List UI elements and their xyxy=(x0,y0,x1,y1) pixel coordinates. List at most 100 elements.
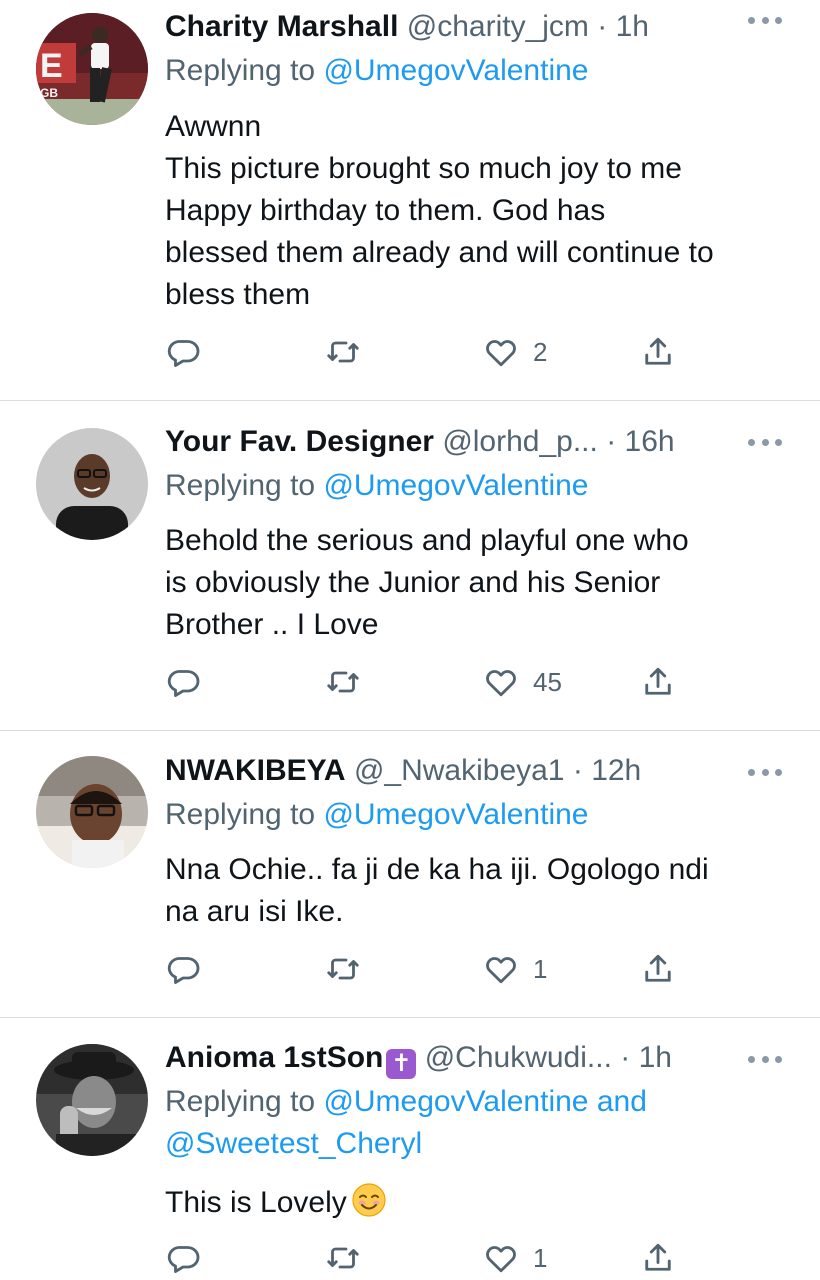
tweet-header: Anioma 1stSon ✝ @Chukwudi... · 1h xyxy=(165,1036,672,1080)
tweet-text-line: bless them xyxy=(165,278,311,311)
tweet-text-line: Behold the serious and playful one who xyxy=(165,524,689,557)
avatar-photo-man-selfie xyxy=(36,756,148,868)
tweet-card[interactable]: Your Fav. Designer @lorhd_p... · 16h Rep… xyxy=(0,420,820,730)
heart-icon xyxy=(486,957,516,984)
tweet-card[interactable]: NWAKIBEYA @_Nwakibeya1 · 12h Replying to… xyxy=(0,749,820,1017)
mention-joiner: and xyxy=(596,1085,647,1118)
reply-button[interactable] xyxy=(165,1238,215,1278)
display-name[interactable]: Anioma 1stSon xyxy=(165,1041,383,1074)
replying-to-line: Replying to @UmegovValentine and @Sweete… xyxy=(165,1081,647,1165)
separator-dot: · xyxy=(572,754,583,787)
reply-icon xyxy=(167,340,200,367)
action-bar: 1 xyxy=(165,949,685,989)
retweet-icon xyxy=(327,341,359,363)
share-button[interactable] xyxy=(640,949,676,989)
share-icon xyxy=(645,337,671,365)
retweet-button[interactable] xyxy=(325,662,375,702)
user-handle[interactable]: @lorhd_p... xyxy=(442,425,598,458)
reply-button[interactable] xyxy=(165,332,215,372)
tweet-text: Nna Ochie.. fa ji de ka ha iji. Ogologo … xyxy=(165,849,795,933)
retweet-button[interactable] xyxy=(325,949,375,989)
share-button[interactable] xyxy=(640,662,676,702)
retweet-icon xyxy=(327,958,359,980)
replying-to-label: Replying to xyxy=(165,798,316,831)
like-count: 2 xyxy=(533,336,548,367)
replying-to-label: Replying to xyxy=(165,1085,316,1118)
like-button[interactable]: 45 xyxy=(483,662,562,702)
heart-icon xyxy=(486,1246,516,1273)
action-bar: 1 xyxy=(165,1238,685,1278)
avatar-photo-man-glasses xyxy=(36,428,148,540)
more-options-icon[interactable] xyxy=(748,1053,782,1065)
share-icon xyxy=(645,1243,671,1271)
reply-button[interactable] xyxy=(165,662,215,702)
retweet-button[interactable] xyxy=(325,1238,375,1278)
more-options-icon[interactable] xyxy=(748,14,782,26)
mention-link[interactable]: @Sweetest_Cheryl xyxy=(165,1127,422,1160)
display-name[interactable]: NWAKIBEYA xyxy=(165,754,346,787)
more-options-icon[interactable] xyxy=(748,766,782,778)
tweet-divider xyxy=(0,1017,820,1018)
avatar-photo-man-hat-bw xyxy=(36,1044,148,1156)
tweet-header: NWAKIBEYA @_Nwakibeya1 · 12h xyxy=(165,749,641,793)
tweet-text-line: This is Lovely xyxy=(165,1182,795,1224)
user-handle[interactable]: @charity_jcm xyxy=(407,10,589,43)
cross-badge-icon: ✝ xyxy=(386,1049,417,1079)
replying-to-label: Replying to xyxy=(165,54,316,87)
user-handle[interactable]: @Chukwudi... xyxy=(425,1041,612,1074)
retweet-icon xyxy=(327,671,359,693)
tweet-divider xyxy=(0,730,820,731)
mention-link[interactable]: @UmegovValentine xyxy=(323,798,588,831)
share-button[interactable] xyxy=(640,332,676,372)
tweet-card[interactable]: E GB Charity Marshall @charity_jcm · 1h … xyxy=(0,0,820,400)
user-handle[interactable]: @_Nwakibeya1 xyxy=(354,754,565,787)
tweet-text: This is Lovely xyxy=(165,1182,795,1224)
avatar[interactable] xyxy=(36,1044,148,1156)
tweet-card[interactable]: Anioma 1stSon ✝ @Chukwudi... · 1h Replyin… xyxy=(0,1036,820,1280)
tweet-text: Behold the serious and playful one who i… xyxy=(165,520,795,646)
avatar[interactable]: E GB xyxy=(36,13,148,125)
action-bar: 2 xyxy=(165,332,685,372)
tweet-text-line: blessed them already and will continue t… xyxy=(165,236,714,269)
timestamp[interactable]: 1h xyxy=(639,1041,672,1074)
display-name[interactable]: Charity Marshall xyxy=(165,10,398,43)
like-button[interactable]: 1 xyxy=(483,1238,547,1278)
timestamp[interactable]: 12h xyxy=(591,754,641,787)
tweet-text-line: is obviously the Junior and his Senior xyxy=(165,566,661,599)
tweet-header: Your Fav. Designer @lorhd_p... · 16h xyxy=(165,420,675,464)
separator-dot: · xyxy=(606,425,617,458)
replying-to-line: Replying to @UmegovValentine xyxy=(165,50,588,92)
share-button[interactable] xyxy=(640,1238,676,1278)
tweet-text-line: Nna Ochie.. fa ji de ka ha iji. Ogologo … xyxy=(165,853,709,886)
replying-to-label: Replying to xyxy=(165,469,316,502)
timestamp[interactable]: 1h xyxy=(616,10,649,43)
replying-to-line: Replying to @UmegovValentine xyxy=(165,794,588,836)
reply-icon xyxy=(167,670,200,697)
reply-button[interactable] xyxy=(165,949,215,989)
avatar[interactable] xyxy=(36,428,148,540)
smiling-face-emoji-icon xyxy=(352,1183,386,1217)
tweet-header: Charity Marshall @charity_jcm · 1h xyxy=(165,5,649,49)
more-options-icon[interactable] xyxy=(748,436,782,448)
tweet-text: Awwnn This picture brought so much joy t… xyxy=(165,106,795,316)
retweet-icon xyxy=(327,1247,359,1269)
like-button[interactable]: 2 xyxy=(483,332,547,372)
share-icon xyxy=(645,667,671,695)
replying-to-line: Replying to @UmegovValentine xyxy=(165,465,588,507)
display-name[interactable]: Your Fav. Designer xyxy=(165,425,434,458)
retweet-button[interactable] xyxy=(325,332,375,372)
like-button[interactable]: 1 xyxy=(483,949,547,989)
share-icon xyxy=(645,954,671,982)
reply-icon xyxy=(167,1246,200,1273)
avatar[interactable] xyxy=(36,756,148,868)
like-count: 45 xyxy=(533,666,562,697)
timestamp[interactable]: 16h xyxy=(625,425,675,458)
tweet-text-line: Happy birthday to them. God has xyxy=(165,194,606,227)
tweet-text-line: Brother .. I Love xyxy=(165,608,379,641)
mention-link[interactable]: @UmegovValentine xyxy=(323,1085,588,1118)
svg-text:GB: GB xyxy=(40,86,58,100)
reply-icon xyxy=(167,957,200,984)
mention-link[interactable]: @UmegovValentine xyxy=(323,469,588,502)
mention-link[interactable]: @UmegovValentine xyxy=(323,54,588,87)
tweet-text-line: This picture brought so much joy to me xyxy=(165,152,682,185)
